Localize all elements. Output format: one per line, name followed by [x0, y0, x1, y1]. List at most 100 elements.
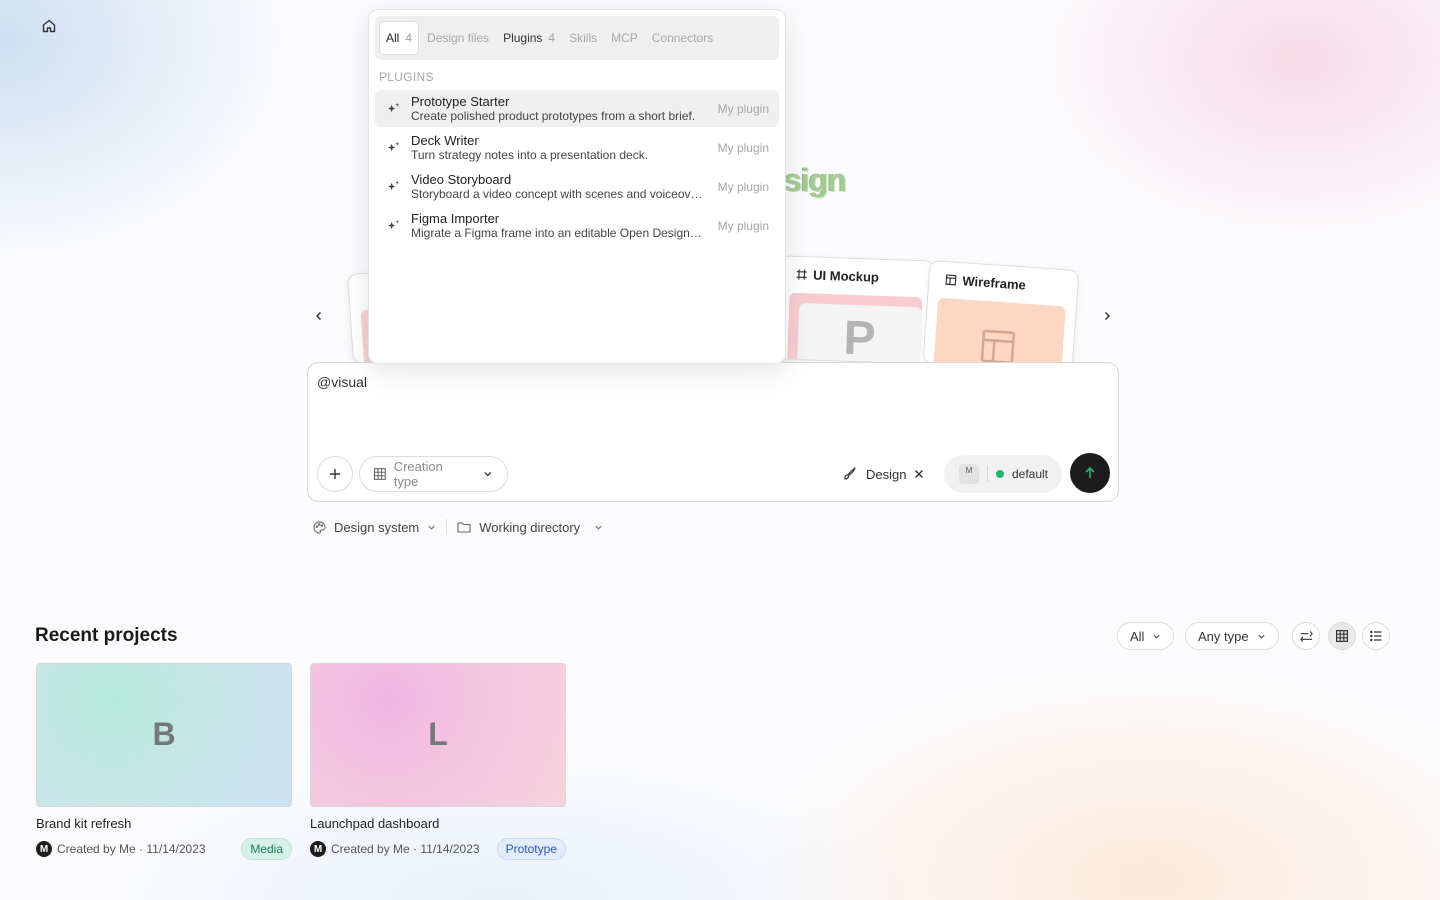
plugin-name: Deck Writer [411, 132, 479, 148]
avatar: M [36, 841, 52, 857]
plugin-description: Turn strategy notes into a presentation … [411, 147, 649, 162]
project-thumbnail[interactable]: L [310, 663, 566, 807]
project-created-info: Created by Me · 11/14/2023 [57, 842, 206, 856]
creation-type-select[interactable]: Creation type [359, 456, 508, 492]
chevron-down-icon [1257, 634, 1265, 639]
project-name: Launchpad dashboard [310, 816, 440, 831]
plugin-item[interactable]: Prototype Starter Create polished produc… [375, 90, 779, 127]
tab-skills[interactable]: Skills [563, 21, 603, 55]
sparkle-brush-icon [844, 467, 856, 480]
chevron-down-icon [595, 525, 602, 530]
plugin-item[interactable]: Deck Writer Turn strategy notes into a p… [375, 129, 779, 166]
chevron-left-icon [315, 311, 322, 321]
arrow-up-icon [1085, 466, 1095, 478]
template-card-thumb: P [787, 292, 923, 365]
sort-button[interactable] [1292, 622, 1320, 650]
hero-title-fragment: sign [784, 162, 847, 198]
project-type-badge: Media [241, 838, 292, 860]
sparkle-icon [385, 218, 401, 234]
project-card[interactable]: B Brand kit refresh M Created by Me · 11… [36, 663, 292, 860]
grid-icon [1336, 630, 1348, 642]
plugin-list: Prototype Starter Create polished produc… [375, 90, 779, 246]
close-icon [915, 470, 924, 478]
section-label-plugins: PLUGINS [379, 70, 434, 84]
frame-icon [796, 269, 807, 280]
template-card-wireframe[interactable]: Wireframe [922, 259, 1080, 375]
list-icon [1370, 630, 1382, 642]
plugin-description: Migrate a Figma frame into an editable O… [411, 225, 704, 240]
plugin-name: Video Storyboard [411, 171, 512, 187]
project-meta: M Created by Me · 11/14/2023 Media [36, 838, 292, 860]
model-label: default [1011, 467, 1048, 481]
sparkle-icon [385, 140, 401, 156]
working-directory-label: Working directory [479, 519, 581, 535]
plugin-tag: My plugin [717, 140, 769, 155]
carousel-next-button[interactable] [1095, 304, 1119, 328]
project-thumbnail-letter: B [152, 716, 176, 752]
template-card-title: UI Mockup [796, 267, 879, 285]
chevron-right-icon [1104, 311, 1111, 321]
layout-icon [945, 274, 957, 286]
project-meta: M Created by Me · 11/14/2023 Prototype [310, 838, 566, 860]
carousel-prev-button[interactable] [307, 304, 331, 328]
filter-owner-select[interactable]: All [1117, 622, 1175, 650]
plugin-tag: My plugin [717, 218, 769, 233]
plugin-name: Prototype Starter [411, 93, 510, 109]
tab-plugins[interactable]: Plugins 4 [497, 21, 561, 55]
design-system-select[interactable]: Design system [313, 520, 436, 535]
plus-icon [330, 469, 340, 479]
home-button[interactable] [36, 13, 62, 39]
model-badge: M [959, 464, 979, 484]
project-thumbnail[interactable]: B [36, 663, 292, 807]
plugin-description: Create polished product prototypes from … [411, 108, 696, 123]
send-button[interactable] [1070, 453, 1110, 493]
project-thumbnail-letter: L [428, 716, 448, 752]
folder-icon [457, 522, 471, 533]
design-chip-label: Design [866, 466, 907, 482]
tab-all[interactable]: All 4 [379, 21, 420, 55]
list-view-button[interactable] [1362, 622, 1390, 650]
grid-icon [374, 468, 386, 480]
plugin-tag: My plugin [717, 101, 769, 116]
plugin-tag: My plugin [717, 179, 769, 194]
recent-projects-title: Recent projects [35, 625, 178, 646]
project-name: Brand kit refresh [36, 816, 132, 831]
sort-icon [1299, 630, 1313, 642]
mention-tabs: All 4 Design files Plugins 4 Skills MCP … [375, 16, 779, 60]
model-selector[interactable]: M default [944, 455, 1062, 493]
project-card[interactable]: L Launchpad dashboard M Created by Me · … [310, 663, 566, 860]
tab-design-files[interactable]: Design files [421, 21, 495, 55]
plugin-item[interactable]: Video Storyboard Storyboard a video conc… [375, 168, 779, 205]
working-directory-select[interactable]: Working directory [457, 520, 603, 535]
sparkle-icon [385, 179, 401, 195]
design-skill-chip: Design [842, 464, 924, 484]
project-created-info: Created by Me · 11/14/2023 [331, 842, 480, 856]
prompt-options-bar: Design system Working directory [313, 519, 603, 535]
remove-design-chip-button[interactable] [914, 469, 924, 479]
plugin-name: Figma Importer [411, 210, 500, 226]
tab-connectors[interactable]: Connectors [646, 21, 719, 55]
palette-icon [313, 520, 326, 534]
divider [446, 519, 448, 535]
status-dot [995, 470, 1004, 478]
chevron-down-icon [1153, 634, 1161, 639]
tab-mcp[interactable]: MCP [605, 21, 644, 55]
filter-type-select[interactable]: Any type [1185, 622, 1279, 650]
prompt-input[interactable]: @visual [317, 374, 367, 390]
divider [986, 466, 988, 482]
grid-view-button[interactable] [1328, 622, 1356, 650]
mention-dropdown: All 4 Design files Plugins 4 Skills MCP … [368, 9, 786, 364]
home-icon [42, 19, 56, 33]
template-card-title: Wireframe [945, 272, 1026, 293]
plugin-description: Storyboard a video concept with scenes a… [411, 186, 704, 201]
sparkle-icon [385, 101, 401, 117]
design-system-label: Design system [334, 519, 420, 535]
add-attachment-button[interactable] [317, 456, 353, 492]
plugin-item[interactable]: Figma Importer Migrate a Figma frame int… [375, 207, 779, 244]
project-type-badge: Prototype [496, 838, 566, 860]
template-card-ui-mockup[interactable]: UI Mockup P [776, 255, 935, 365]
layout-icon [980, 329, 1016, 364]
prompt-box[interactable]: @visual Creation type Design M default [307, 362, 1119, 502]
avatar: M [310, 841, 326, 857]
thumb-letter: P [797, 303, 923, 365]
